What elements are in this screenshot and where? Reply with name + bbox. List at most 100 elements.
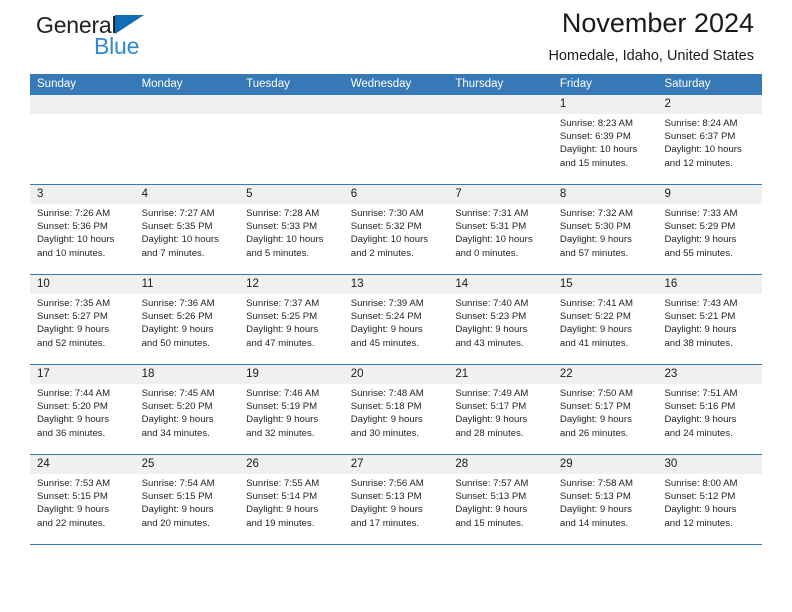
calendar-day-cell[interactable]: 18 Sunrise: 7:45 AM Sunset: 5:20 PM Dayligh…: [134, 365, 240, 454]
calendar-week-row: 17 Sunrise: 7:44 AM Sunset: 5:20 PM Dayligh…: [30, 364, 763, 454]
calendar-day-cell[interactable]: 23 Sunrise: 7:51 AM Sunset: 5:16 PM Dayligh…: [657, 365, 763, 454]
sunrise-text: Sunrise: 7:49 AM: [455, 388, 529, 399]
calendar-day-cell[interactable]: 5 Sunrise: 7:28 AM Sunset: 5:33 PM Daylight…: [239, 185, 344, 274]
sunset-text: Sunset: 5:12 PM: [664, 491, 736, 503]
day-details: Sunrise: 7:58 AM Sunset: 5:13 PM Daylight:…: [553, 474, 658, 530]
day-details: Sunrise: 7:33 AM Sunset: 5:29 PM Daylight:…: [657, 204, 762, 260]
calendar-day-cell-empty: [30, 95, 135, 184]
day-number: 19: [239, 365, 344, 384]
calendar-day-cell[interactable]: 8 Sunrise: 7:32 AM Sunset: 5:30 PM Daylight…: [552, 185, 658, 274]
calendar-day-cell[interactable]: 19 Sunrise: 7:46 AM Sunset: 5:19 PM Dayligh…: [239, 365, 344, 454]
day-number: 1: [552, 95, 658, 114]
calendar-day-cell[interactable]: 25 Sunrise: 7:54 AM Sunset: 5:15 PM Dayligh…: [134, 455, 240, 544]
day-details: Sunrise: 7:37 AM Sunset: 5:25 PM Daylight:…: [239, 294, 344, 350]
calendar-day-cell[interactable]: 11 Sunrise: 7:36 AM Sunset: 5:26 PM Dayligh…: [134, 275, 240, 364]
day-number: 7: [448, 185, 553, 204]
day-details: Sunrise: 7:57 AM Sunset: 5:13 PM Daylight:…: [448, 474, 553, 530]
calendar-day-cell[interactable]: 4 Sunrise: 7:27 AM Sunset: 5:35 PM Daylight…: [134, 185, 240, 274]
sunset-text: Sunset: 5:21 PM: [664, 311, 736, 323]
day-number: [239, 95, 344, 114]
calendar-day-cell[interactable]: 9 Sunrise: 7:33 AM Sunset: 5:29 PM Daylight…: [657, 185, 763, 274]
calendar-day-cell[interactable]: 21 Sunrise: 7:49 AM Sunset: 5:17 PM Dayligh…: [448, 365, 553, 454]
sunset-text: Sunset: 5:31 PM: [455, 221, 527, 233]
calendar-day-cell[interactable]: 26 Sunrise: 7:55 AM Sunset: 5:14 PM Dayligh…: [239, 455, 344, 544]
day-details: Sunrise: 7:27 AM Sunset: 5:35 PM Daylight:…: [135, 204, 240, 260]
weekday-header-saturday: Saturday: [664, 78, 711, 90]
sunset-text: Sunset: 5:13 PM: [350, 491, 422, 503]
sunset-text: Sunset: 5:16 PM: [664, 401, 736, 413]
daylight-text: Daylight: 9 hours and 36 minutes.: [37, 414, 109, 439]
calendar-day-cell[interactable]: 15 Sunrise: 7:41 AM Sunset: 5:22 PM Dayligh…: [552, 275, 658, 364]
calendar-day-cell[interactable]: 30 Sunrise: 8:00 AM Sunset: 5:12 PM Dayligh…: [657, 455, 763, 544]
sunrise-text: Sunrise: 7:36 AM: [141, 298, 215, 309]
calendar-day-cell[interactable]: 6 Sunrise: 7:30 AM Sunset: 5:32 PM Daylight…: [343, 185, 449, 274]
sunset-text: Sunset: 5:18 PM: [350, 401, 422, 413]
calendar-day-cell[interactable]: 24 Sunrise: 7:53 AM Sunset: 5:15 PM Dayligh…: [30, 455, 135, 544]
day-number: 11: [134, 275, 240, 294]
sunset-text: Sunset: 5:32 PM: [350, 221, 422, 233]
day-number: 16: [657, 275, 763, 294]
calendar-day-cell[interactable]: 29 Sunrise: 7:58 AM Sunset: 5:13 PM Dayligh…: [552, 455, 658, 544]
sunrise-text: Sunrise: 7:51 AM: [664, 388, 738, 399]
calendar-day-cell[interactable]: 14 Sunrise: 7:40 AM Sunset: 5:23 PM Dayligh…: [448, 275, 553, 364]
sunset-text: Sunset: 6:39 PM: [559, 131, 631, 143]
general-blue-logo[interactable]: General Blue: [36, 12, 236, 68]
day-number: 6: [343, 185, 449, 204]
calendar-day-cell-empty: [239, 95, 344, 184]
daylight-text: Daylight: 9 hours and 19 minutes.: [246, 504, 319, 529]
weekday-header-friday: Friday: [559, 78, 592, 90]
sunrise-text: Sunrise: 7:45 AM: [141, 388, 215, 399]
calendar-day-cell[interactable]: 27 Sunrise: 7:56 AM Sunset: 5:13 PM Dayligh…: [343, 455, 449, 544]
day-number: 22: [552, 365, 658, 384]
calendar-day-cell[interactable]: 16 Sunrise: 7:43 AM Sunset: 5:21 PM Dayligh…: [657, 275, 763, 364]
daylight-text: Daylight: 9 hours and 41 minutes.: [559, 324, 632, 349]
day-details: Sunrise: 7:44 AM Sunset: 5:20 PM Daylight:…: [30, 384, 135, 440]
calendar-day-cell[interactable]: 20 Sunrise: 7:48 AM Sunset: 5:18 PM Dayligh…: [343, 365, 449, 454]
calendar-day-cell[interactable]: 22 Sunrise: 7:50 AM Sunset: 5:17 PM Dayligh…: [552, 365, 658, 454]
daylight-text: Daylight: 9 hours and 20 minutes.: [141, 504, 214, 529]
sunset-text: Sunset: 5:13 PM: [559, 491, 631, 503]
calendar-day-cell[interactable]: 2 Sunrise: 8:24 AM Sunset: 6:37 PM Daylight…: [657, 95, 763, 184]
calendar-day-cell[interactable]: 12 Sunrise: 7:37 AM Sunset: 5:25 PM Dayligh…: [239, 275, 344, 364]
calendar-day-cell[interactable]: 17 Sunrise: 7:44 AM Sunset: 5:20 PM Dayligh…: [30, 365, 135, 454]
sunset-text: Sunset: 5:17 PM: [455, 401, 527, 413]
day-details: Sunrise: 8:23 AM Sunset: 6:39 PM Daylight:…: [553, 114, 658, 170]
day-details: Sunrise: 8:24 AM Sunset: 6:37 PM Daylight:…: [657, 114, 762, 170]
calendar-day-cell[interactable]: 10 Sunrise: 7:35 AM Sunset: 5:27 PM Dayligh…: [30, 275, 135, 364]
sunset-text: Sunset: 5:20 PM: [37, 401, 108, 413]
daylight-text: Daylight: 10 hours and 2 minutes.: [350, 234, 429, 259]
calendar-day-cell-empty: [448, 95, 553, 184]
daylight-text: Daylight: 9 hours and 15 minutes.: [455, 504, 528, 529]
day-details: Sunrise: 7:31 AM Sunset: 5:31 PM Daylight:…: [448, 204, 553, 260]
sunset-text: Sunset: 5:30 PM: [559, 221, 631, 233]
sunrise-text: Sunrise: 7:44 AM: [37, 388, 111, 399]
day-number: 15: [552, 275, 658, 294]
masthead: General Blue November 2024 Homedale, Ida…: [30, 0, 762, 74]
day-number: [448, 95, 553, 114]
day-number: 10: [30, 275, 135, 294]
daylight-text: Daylight: 9 hours and 28 minutes.: [455, 414, 528, 439]
location-subtitle: Homedale, Idaho, United States: [548, 48, 754, 64]
logo-line-1: General: [36, 12, 236, 38]
day-number: 28: [448, 455, 553, 474]
daylight-text: Daylight: 9 hours and 38 minutes.: [664, 324, 737, 349]
calendar-day-cell[interactable]: 3 Sunrise: 7:26 AM Sunset: 5:36 PM Daylight…: [30, 185, 135, 274]
calendar-day-cell[interactable]: 1 Sunrise: 8:23 AM Sunset: 6:39 PM Daylight…: [552, 95, 658, 184]
day-number: 5: [239, 185, 344, 204]
sunset-text: Sunset: 5:33 PM: [246, 221, 318, 233]
sunset-text: Sunset: 5:36 PM: [37, 221, 108, 233]
day-details: Sunrise: 7:51 AM Sunset: 5:16 PM Daylight:…: [657, 384, 762, 440]
calendar-day-cell[interactable]: 7 Sunrise: 7:31 AM Sunset: 5:31 PM Daylight…: [448, 185, 553, 274]
day-number: 17: [30, 365, 135, 384]
daylight-text: Daylight: 9 hours and 45 minutes.: [350, 324, 423, 349]
day-number: 2: [657, 95, 763, 114]
daylight-text: Daylight: 9 hours and 22 minutes.: [37, 504, 109, 529]
day-details: Sunrise: 7:48 AM Sunset: 5:18 PM Daylight:…: [344, 384, 449, 440]
calendar-day-cell[interactable]: 13 Sunrise: 7:39 AM Sunset: 5:24 PM Dayligh…: [343, 275, 449, 364]
sunrise-text: Sunrise: 8:00 AM: [664, 478, 738, 489]
calendar-day-cell[interactable]: 28 Sunrise: 7:57 AM Sunset: 5:13 PM Dayligh…: [448, 455, 553, 544]
day-details: Sunrise: 7:36 AM Sunset: 5:26 PM Daylight:…: [135, 294, 240, 350]
daylight-text: Daylight: 10 hours and 7 minutes.: [141, 234, 219, 259]
day-details: Sunrise: 7:50 AM Sunset: 5:17 PM Daylight:…: [553, 384, 658, 440]
daylight-text: Daylight: 9 hours and 14 minutes.: [559, 504, 632, 529]
